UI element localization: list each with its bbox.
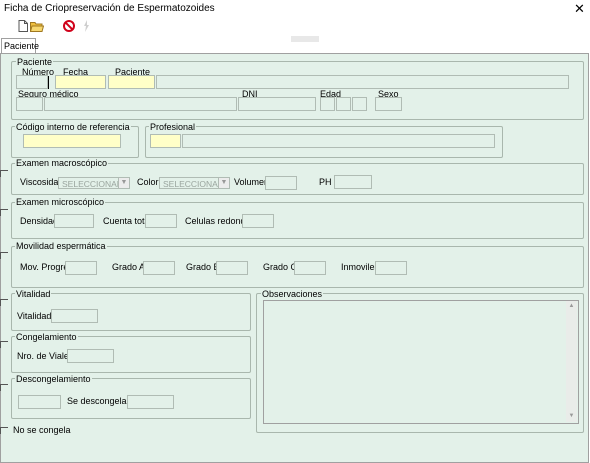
observaciones-scrollbar[interactable]: [566, 301, 577, 422]
macro-legend: Examen macroscópico: [15, 158, 109, 168]
profesional-name-field[interactable]: [182, 134, 495, 148]
paciente-legend: Paciente: [16, 57, 54, 67]
micro-legend: Examen microscópico: [15, 197, 106, 207]
sexo-field[interactable]: [375, 97, 402, 111]
ph-label: PH: [319, 177, 332, 187]
open-folder-icon[interactable]: [29, 21, 45, 32]
observaciones-legend: Observaciones: [261, 289, 324, 299]
mov-progres-field[interactable]: [65, 261, 97, 275]
cuenta-field[interactable]: [145, 214, 177, 228]
viscosidad-label: Viscosidad: [20, 177, 64, 187]
congelamiento-legend: Congelamiento: [15, 332, 78, 342]
movilidad-collapse-toggle[interactable]: [0, 252, 8, 259]
scroll-up-icon[interactable]: ▲: [566, 302, 577, 311]
tab-strip-handle: [291, 36, 319, 42]
dni-field[interactable]: [238, 97, 316, 111]
volumen-field[interactable]: [265, 176, 297, 190]
paciente-group: [11, 61, 584, 120]
grado-b-label: Grado B: [186, 262, 220, 272]
edad-days-field[interactable]: [352, 97, 367, 111]
seguro-name-field[interactable]: [44, 97, 237, 111]
densidad-field[interactable]: [54, 214, 94, 228]
movilidad-legend: Movilidad espermática: [15, 241, 107, 251]
scroll-down-icon[interactable]: ▼: [566, 412, 577, 421]
densidad-label: Densidad: [20, 216, 59, 226]
color-value: SELECCIONAR: [163, 179, 224, 189]
micro-group: [11, 202, 584, 239]
viales-label: Nro. de Viales: [17, 351, 74, 361]
grado-c-field[interactable]: [294, 261, 326, 275]
edad-months-field[interactable]: [336, 97, 351, 111]
paciente-code-field[interactable]: [108, 75, 155, 89]
vitalidad-field[interactable]: [51, 309, 98, 323]
grado-a-field[interactable]: [143, 261, 175, 275]
codigo-field[interactable]: [23, 134, 121, 148]
no-congela-label: No se congela: [13, 425, 71, 435]
codigo-legend: Código interno de referencia: [15, 122, 131, 132]
inmoviles-field[interactable]: [375, 261, 407, 275]
no-congela-toggle[interactable]: [0, 427, 8, 434]
color-label: Color: [137, 177, 159, 187]
se-descongelan-field[interactable]: [127, 395, 174, 409]
seguro-code-field[interactable]: [16, 97, 43, 111]
inmoviles-label: Inmoviles: [341, 262, 380, 272]
grado-c-label: Grado C: [263, 262, 298, 272]
viscosidad-select[interactable]: SELECCIONAR ▼: [58, 177, 130, 189]
viscosidad-value: SELECCIONAR: [62, 179, 123, 189]
viales-field[interactable]: [67, 349, 114, 363]
paciente-name-field[interactable]: [156, 75, 569, 89]
chevron-down-icon: ▼: [118, 178, 129, 188]
color-select[interactable]: SELECCIONAR ▼: [159, 177, 230, 189]
observaciones-textarea[interactable]: [263, 300, 579, 424]
numero-field[interactable]: [16, 75, 48, 89]
profesional-code-field[interactable]: [150, 134, 181, 148]
grado-b-field[interactable]: [216, 261, 248, 275]
cancel-icon[interactable]: [63, 20, 75, 32]
close-button[interactable]: ✕: [569, 0, 590, 17]
edad-years-field[interactable]: [320, 97, 335, 111]
se-descongelan-label: Se descongelan:: [67, 396, 135, 406]
volumen-label: Volumen: [234, 177, 270, 187]
grado-a-label: Grado A: [112, 262, 146, 272]
ph-field[interactable]: [334, 175, 372, 189]
profesional-legend: Profesional: [149, 122, 197, 132]
tab-paciente-label: Paciente: [4, 41, 40, 51]
descongelamiento-date-field[interactable]: [18, 395, 61, 409]
micro-collapse-toggle[interactable]: [0, 209, 8, 216]
text-cursor: [48, 76, 49, 89]
vitalidad-legend: Vitalidad: [15, 289, 52, 299]
vitalidad-label: Vitalidad: [17, 311, 52, 321]
descongelamiento-legend: Descongelamiento: [15, 374, 92, 384]
descongelamiento-collapse-toggle[interactable]: [0, 384, 8, 391]
chevron-down-icon: ▼: [218, 178, 229, 188]
vitalidad-collapse-toggle[interactable]: [0, 299, 8, 306]
lightning-icon[interactable]: [82, 20, 90, 32]
fecha-field[interactable]: [55, 75, 106, 89]
macro-collapse-toggle[interactable]: [0, 170, 8, 177]
celulas-field[interactable]: [242, 214, 274, 228]
window-title: Ficha de Criopreservación de Espermatozo…: [4, 3, 215, 14]
new-document-icon[interactable]: [18, 20, 28, 32]
congelamiento-collapse-toggle[interactable]: [0, 341, 8, 348]
